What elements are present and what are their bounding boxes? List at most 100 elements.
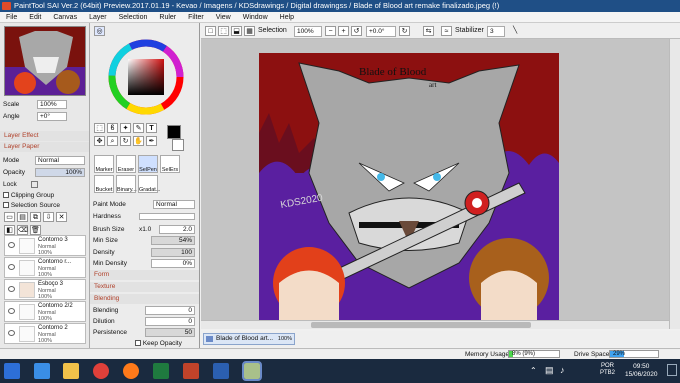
dilution-slider[interactable]: 0 xyxy=(145,317,195,326)
angle-value[interactable]: +0° xyxy=(37,112,67,121)
eye-icon[interactable] xyxy=(8,308,15,314)
artwork-canvas[interactable]: Blade of Blood art KDS2020 xyxy=(259,53,559,323)
delete-layer-icon[interactable]: ✕ xyxy=(56,212,67,222)
persistence-slider[interactable]: 50 xyxy=(145,328,195,337)
hand-icon[interactable]: ✋ xyxy=(133,136,144,146)
color-wheel[interactable] xyxy=(108,39,184,115)
lock-icon[interactable] xyxy=(31,181,38,188)
brush-size-value[interactable]: 2.0 xyxy=(159,225,195,234)
menu-canvas[interactable]: Canvas xyxy=(47,12,83,23)
ruler-icon[interactable]: ╲ xyxy=(513,23,517,39)
lasso-icon[interactable]: ϐ xyxy=(107,123,118,133)
zoom-icon[interactable]: ⌕ xyxy=(107,136,118,146)
menu-file[interactable]: File xyxy=(0,12,23,23)
brush-marker[interactable]: Marker xyxy=(94,155,114,173)
merge-layer-icon[interactable]: ⇩ xyxy=(43,212,54,222)
word-icon[interactable] xyxy=(213,363,229,379)
excel-icon[interactable] xyxy=(153,363,169,379)
blending-slider[interactable]: 0 xyxy=(145,306,195,315)
move-icon[interactable]: ✥ xyxy=(94,136,105,146)
menu-edit[interactable]: Edit xyxy=(23,12,47,23)
brush-selpen[interactable]: SelPen xyxy=(138,155,158,173)
edge-icon[interactable] xyxy=(34,363,50,379)
menu-selection[interactable]: Selection xyxy=(113,12,154,23)
painttool-sai-icon[interactable] xyxy=(242,361,262,381)
clear-layer-icon[interactable]: ⌫ xyxy=(17,225,28,235)
brush-eraser[interactable]: Eraser xyxy=(116,155,136,173)
scrollbar-thumb[interactable] xyxy=(311,322,531,328)
document-tab[interactable]: Blade of Blood art... 100% xyxy=(203,333,295,345)
menu-ruler[interactable]: Ruler xyxy=(153,12,182,23)
layer-item[interactable]: Esboço 3 Normal 100% xyxy=(4,279,86,300)
zoom-select[interactable]: 100% xyxy=(294,26,322,37)
brush-size-multiplier[interactable]: x1.0 xyxy=(139,225,151,234)
input-language[interactable]: POR PTB2 xyxy=(600,363,615,377)
form-section[interactable]: Form xyxy=(90,270,199,280)
eye-icon[interactable] xyxy=(8,286,15,292)
new-layer-icon[interactable]: ▭ xyxy=(4,212,15,222)
new-folder-icon[interactable]: ▤ xyxy=(17,212,28,222)
select-rect-icon[interactable]: ⬚ xyxy=(94,123,105,133)
copy-layer-icon[interactable]: ⧉ xyxy=(30,212,41,222)
zoom-out-icon[interactable]: − xyxy=(325,26,336,36)
selection-source-checkbox[interactable] xyxy=(3,202,9,209)
flip-icon[interactable]: ⇆ xyxy=(423,26,434,36)
menu-filter[interactable]: Filter xyxy=(182,12,210,23)
keep-opacity-checkbox[interactable] xyxy=(135,340,141,347)
text-tool-icon[interactable]: T xyxy=(146,123,157,133)
tray-chevron-icon[interactable]: ⌃ xyxy=(530,366,537,375)
blending-section[interactable]: Blending xyxy=(90,294,199,304)
horizontal-scrollbar[interactable] xyxy=(201,320,669,329)
volume-icon[interactable]: ♪ xyxy=(560,365,565,375)
trash-icon[interactable]: 🗑 xyxy=(30,225,41,235)
eye-icon[interactable] xyxy=(8,330,15,336)
hardness-selector[interactable] xyxy=(139,213,195,220)
brush-binary[interactable]: Binary... xyxy=(116,175,137,193)
firefox-icon[interactable] xyxy=(123,363,139,379)
chrome-icon[interactable] xyxy=(93,363,109,379)
grid-icon[interactable]: ▦ xyxy=(244,26,255,36)
clipping-group-checkbox[interactable] xyxy=(3,192,9,199)
layer-mask-icon[interactable]: ◧ xyxy=(4,225,15,235)
navigator-preview[interactable] xyxy=(4,26,86,96)
powerpoint-icon[interactable] xyxy=(183,363,199,379)
menu-layer[interactable]: Layer xyxy=(83,12,113,23)
deselect-icon[interactable]: ⬚ xyxy=(218,26,229,36)
menu-view[interactable]: View xyxy=(210,12,237,23)
menu-window[interactable]: Window xyxy=(237,12,274,23)
paint-mode-select[interactable]: Normal xyxy=(153,200,195,209)
mode-select[interactable]: Normal xyxy=(35,156,85,165)
texture-section[interactable]: Texture xyxy=(90,282,199,292)
pen-icon[interactable]: ✒ xyxy=(146,136,157,146)
invert-selection-icon[interactable]: ⬓ xyxy=(231,26,242,36)
file-explorer-icon[interactable] xyxy=(63,363,79,379)
brush-gradation[interactable]: Gradat... xyxy=(138,175,160,193)
eye-icon[interactable] xyxy=(8,242,15,248)
eyedropper-icon[interactable]: ✎ xyxy=(133,123,144,133)
notification-icon[interactable] xyxy=(667,364,677,376)
color-wheel-tab-icon[interactable]: ◎ xyxy=(94,26,105,36)
layer-item[interactable]: Contorno 3 Normal 100% xyxy=(4,235,86,256)
menu-help[interactable]: Help xyxy=(274,12,300,23)
angle-select[interactable]: +0.0° xyxy=(366,26,396,37)
scale-value[interactable]: 100% xyxy=(37,100,67,109)
rotate-icon[interactable]: ↻ xyxy=(120,136,131,146)
network-icon[interactable]: ▤ xyxy=(545,365,554,376)
canvas-area[interactable]: Blade of Blood art KDS2020 xyxy=(201,39,669,329)
brush-bucket[interactable]: Bucket xyxy=(94,175,114,193)
zoom-in-icon[interactable]: + xyxy=(338,26,349,36)
min-density-slider[interactable]: 0% xyxy=(151,259,195,268)
density-slider[interactable]: 100 xyxy=(151,248,195,257)
clock[interactable]: 09:50 15/06/2020 xyxy=(625,363,658,379)
clipping-group-row[interactable]: Clipping Group xyxy=(3,191,54,200)
magic-wand-icon[interactable]: ✦ xyxy=(120,123,131,133)
foreground-color-swatch[interactable] xyxy=(167,125,181,139)
vertical-scrollbar[interactable] xyxy=(669,39,680,329)
layer-item[interactable]: Contorno r... Normal 100% xyxy=(4,257,86,278)
layer-effect-section[interactable]: Layer Effect xyxy=(0,131,89,141)
layer-paper-section[interactable]: Layer Paper xyxy=(0,142,89,152)
rotate-left-icon[interactable]: ↺ xyxy=(351,26,362,36)
keep-opacity-row[interactable]: Keep Opacity xyxy=(93,339,182,348)
stabilizer-select[interactable]: 3 xyxy=(487,26,505,37)
layer-item[interactable]: Contorno 2 Normal 100% xyxy=(4,323,86,344)
